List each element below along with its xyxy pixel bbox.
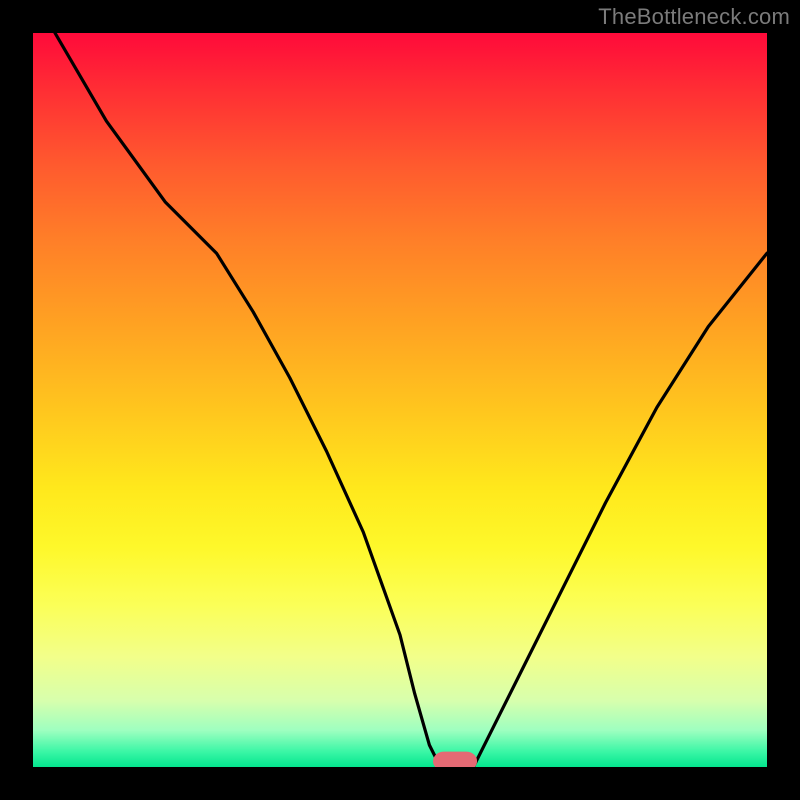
vertex-marker xyxy=(437,755,474,767)
curve-layer xyxy=(33,33,767,767)
curve-right-branch xyxy=(473,253,767,767)
watermark-text: TheBottleneck.com xyxy=(598,4,790,30)
chart-stage: TheBottleneck.com xyxy=(0,0,800,800)
plot-area xyxy=(33,33,767,767)
curve-left-branch xyxy=(55,33,440,767)
